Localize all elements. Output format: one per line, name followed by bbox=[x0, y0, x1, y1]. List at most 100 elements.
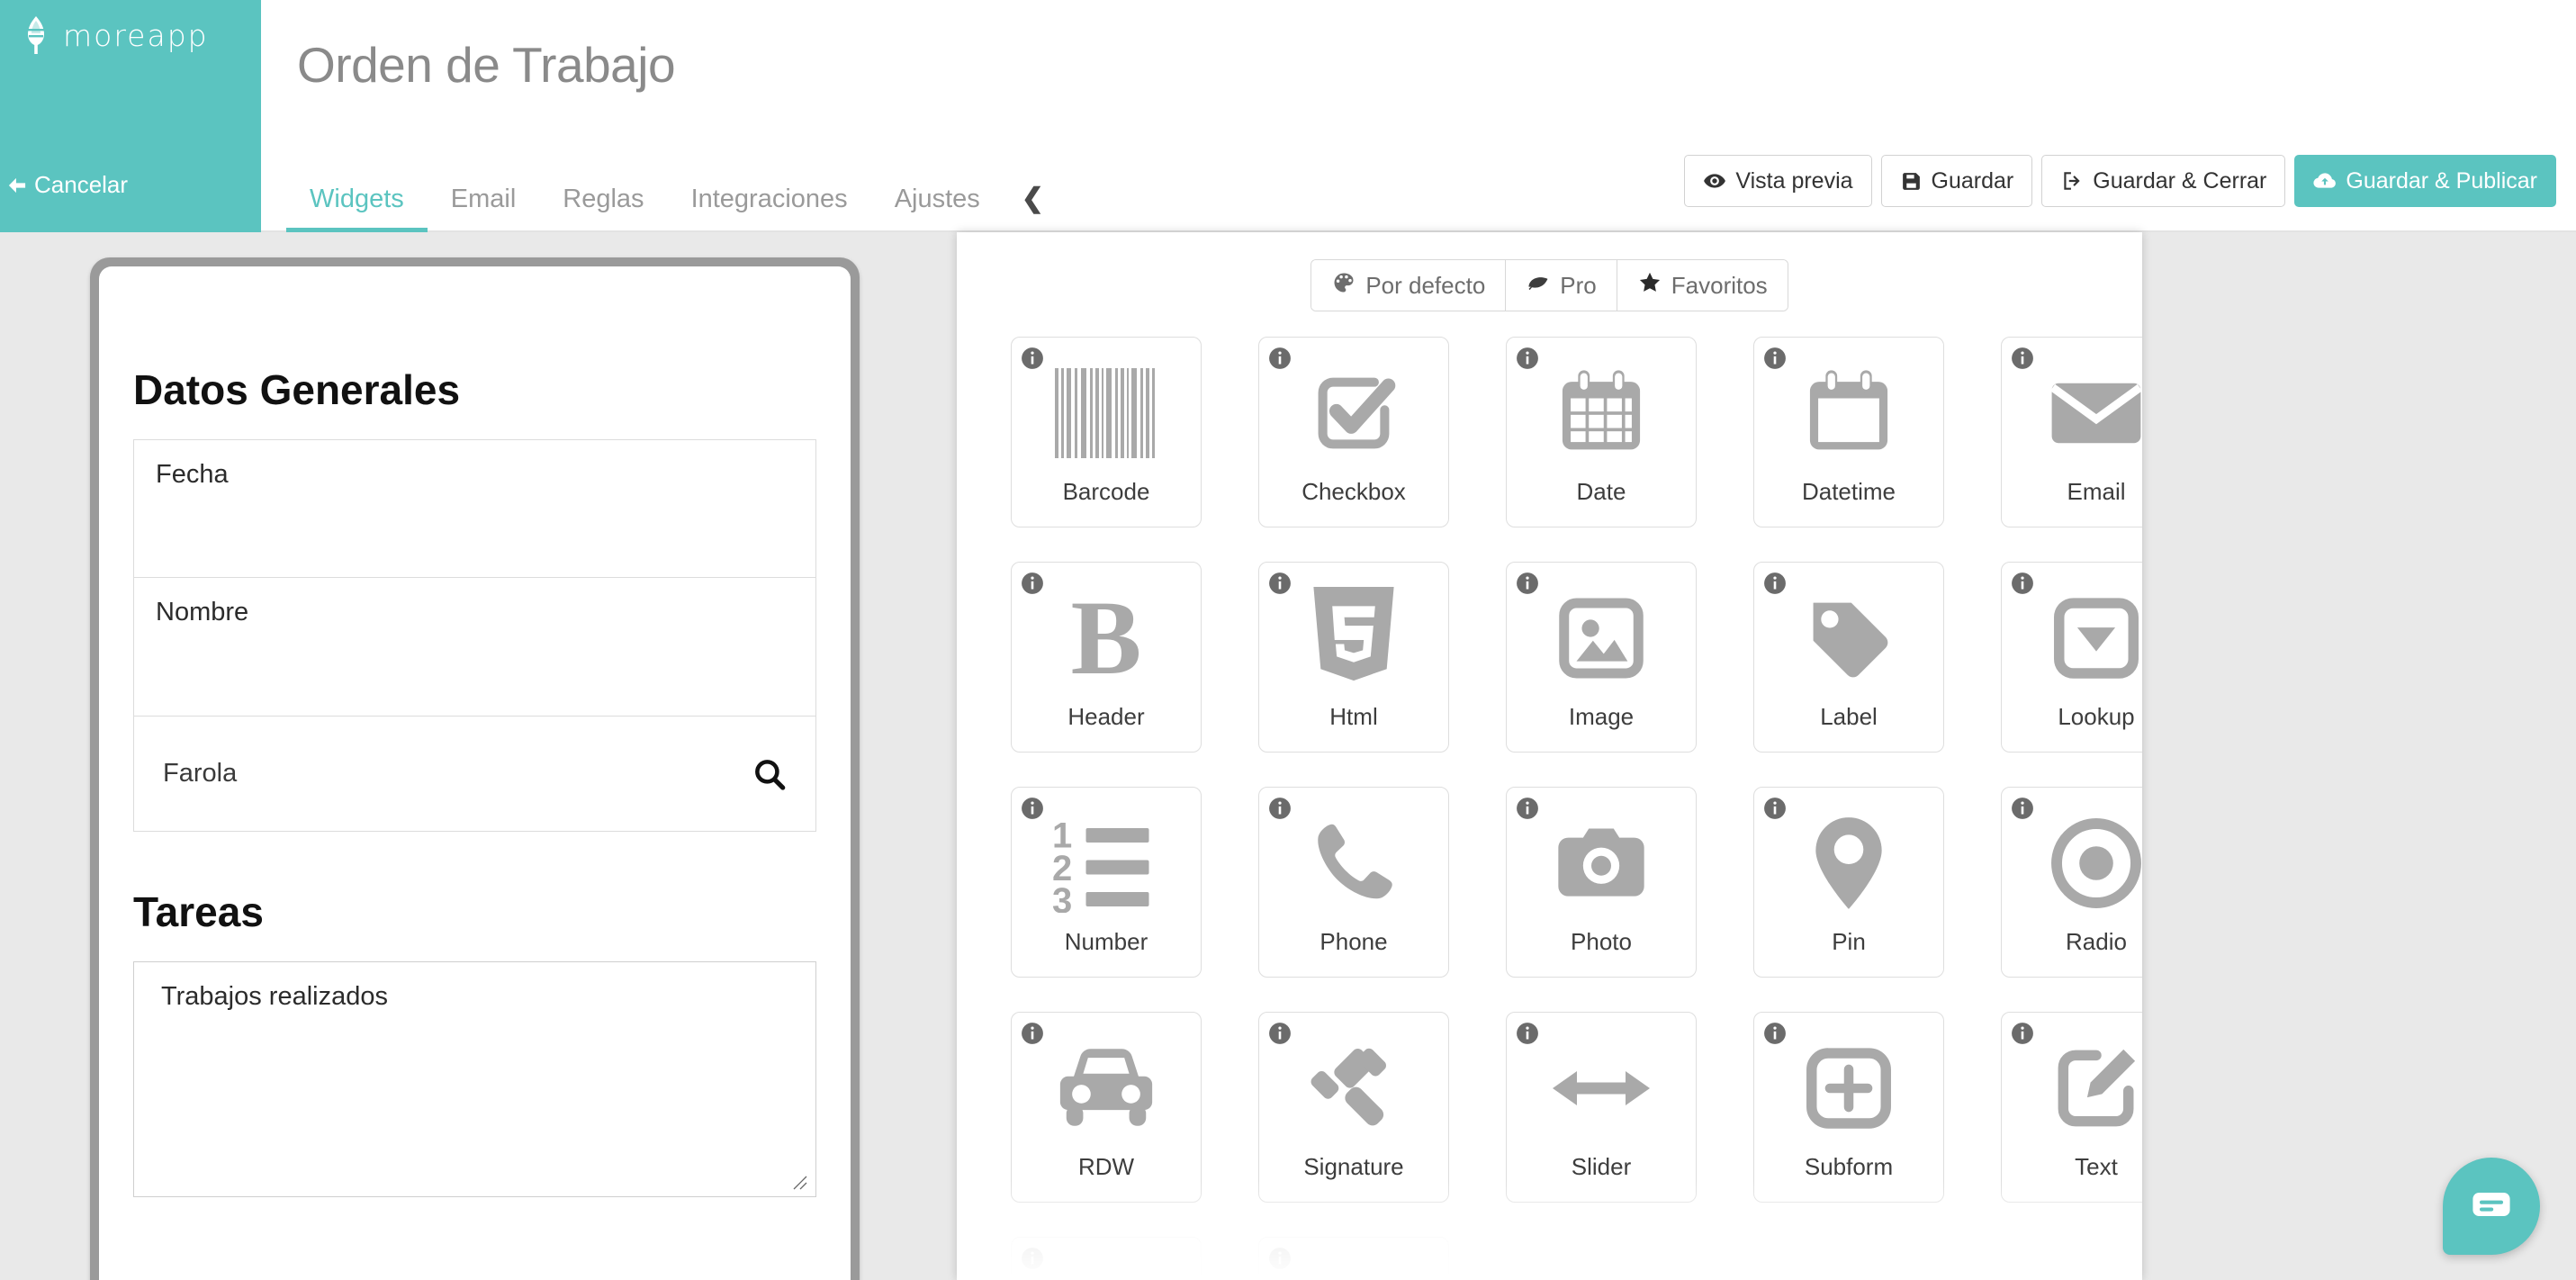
widget-card-partial-1[interactable] bbox=[1011, 1237, 1202, 1280]
info-icon[interactable] bbox=[2011, 797, 2034, 820]
chat-bubble-icon bbox=[2468, 1181, 2515, 1232]
info-icon[interactable] bbox=[1763, 1022, 1787, 1045]
widget-card-radio-label: Radio bbox=[2066, 928, 2127, 955]
form-field-fecha[interactable]: Fecha bbox=[133, 439, 816, 578]
widget-card-partial-2[interactable] bbox=[1258, 1237, 1449, 1280]
widget-card-lookup[interactable]: Lookup bbox=[2001, 562, 2142, 753]
widget-card-datetime-label: Datetime bbox=[1801, 478, 1896, 505]
info-icon[interactable] bbox=[1763, 572, 1787, 595]
info-icon[interactable] bbox=[1021, 347, 1044, 370]
info-icon[interactable] bbox=[1268, 572, 1292, 595]
widget-card-pin[interactable]: Pin bbox=[1753, 787, 1944, 978]
plus-box-icon bbox=[1754, 1034, 1943, 1142]
info-icon[interactable] bbox=[1268, 1247, 1292, 1270]
bold-b-icon: B bbox=[1070, 578, 1142, 697]
category-favoritos-label: Favoritos bbox=[1671, 271, 1768, 299]
widget-card-label-label: Label bbox=[1820, 703, 1878, 730]
info-icon[interactable] bbox=[2011, 347, 2034, 370]
resize-grip-icon[interactable] bbox=[788, 1171, 808, 1191]
tab-email-label: Email bbox=[450, 185, 517, 213]
leaf-icon bbox=[20, 16, 52, 54]
gavel-icon bbox=[1259, 1034, 1448, 1142]
chevron-left-icon[interactable]: ❮ bbox=[1004, 183, 1062, 230]
widget-card-number[interactable]: 123 Number bbox=[1011, 787, 1202, 978]
widget-card-html[interactable]: Html bbox=[1258, 562, 1449, 753]
widget-card-subform[interactable]: Subform bbox=[1753, 1012, 1944, 1203]
search-icon[interactable] bbox=[751, 755, 794, 793]
info-icon[interactable] bbox=[2011, 572, 2034, 595]
info-icon[interactable] bbox=[2011, 1022, 2034, 1045]
section-heading-tareas: Tareas bbox=[133, 888, 264, 935]
form-field-farola-label: Farola bbox=[163, 759, 238, 788]
info-icon[interactable] bbox=[1763, 797, 1787, 820]
tab-reglas[interactable]: Reglas bbox=[539, 185, 667, 230]
widget-card-date[interactable]: Date bbox=[1506, 337, 1697, 527]
info-icon[interactable] bbox=[1516, 1022, 1539, 1045]
info-icon[interactable] bbox=[1021, 572, 1044, 595]
form-field-nombre-label: Nombre bbox=[156, 598, 249, 626]
pencil-box-icon bbox=[2002, 1034, 2142, 1142]
widget-card-image[interactable]: Image bbox=[1506, 562, 1697, 753]
widget-card-slider[interactable]: Slider bbox=[1506, 1012, 1697, 1203]
widget-card-phone[interactable]: Phone bbox=[1258, 787, 1449, 978]
info-icon[interactable] bbox=[1021, 1247, 1044, 1270]
widget-card-header[interactable]: B Header bbox=[1011, 562, 1202, 753]
tab-email[interactable]: Email bbox=[428, 185, 540, 230]
widget-card-datetime[interactable]: Datetime bbox=[1753, 337, 1944, 527]
form-field-nombre[interactable]: Nombre bbox=[133, 578, 816, 717]
leaf-icon bbox=[1526, 270, 1551, 302]
widget-card-barcode[interactable]: Barcode bbox=[1011, 337, 1202, 527]
checkbox-icon bbox=[1259, 359, 1448, 467]
widget-card-photo-label: Photo bbox=[1571, 928, 1632, 955]
widget-card-text-label: Text bbox=[2075, 1153, 2118, 1180]
form-field-fecha-label: Fecha bbox=[156, 460, 229, 489]
widget-card-email[interactable]: Email bbox=[2001, 337, 2142, 527]
tabs: Widgets Email Reglas Integraciones Ajust… bbox=[286, 158, 1062, 232]
info-icon[interactable] bbox=[1021, 1022, 1044, 1045]
chat-button[interactable] bbox=[2443, 1158, 2540, 1255]
widget-card-radio[interactable]: Radio bbox=[2001, 787, 2142, 978]
widget-card-photo[interactable]: Photo bbox=[1506, 787, 1697, 978]
info-icon[interactable] bbox=[1516, 347, 1539, 370]
widget-card-checkbox-label: Checkbox bbox=[1302, 478, 1406, 505]
category-por-defecto[interactable]: Por defecto bbox=[1311, 260, 1507, 311]
widget-card-rdw[interactable]: RDW bbox=[1011, 1012, 1202, 1203]
widget-card-number-label: Number bbox=[1064, 928, 1148, 955]
envelope-icon bbox=[2002, 359, 2142, 467]
calendar-blank-icon bbox=[1754, 359, 1943, 467]
info-icon[interactable] bbox=[1268, 797, 1292, 820]
category-pro-label: Pro bbox=[1560, 271, 1597, 299]
widget-category-toggle: Por defecto Pro Favoritos bbox=[1311, 259, 1788, 311]
widget-card-label[interactable]: Label bbox=[1753, 562, 1944, 753]
info-icon[interactable] bbox=[1021, 797, 1044, 820]
phone-icon bbox=[1259, 809, 1448, 917]
info-icon[interactable] bbox=[1516, 797, 1539, 820]
widget-card-rdw-label: RDW bbox=[1077, 1153, 1135, 1180]
widget-card-email-label: Email bbox=[2067, 478, 2126, 505]
tab-bar: Widgets Email Reglas Integraciones Ajust… bbox=[261, 160, 2576, 232]
brand-panel: moreapp Cancelar bbox=[0, 0, 261, 232]
form-field-farola[interactable]: Farola bbox=[133, 717, 816, 832]
svg-text:3: 3 bbox=[1052, 881, 1072, 913]
tab-ajustes-label: Ajustes bbox=[894, 185, 980, 213]
tab-ajustes[interactable]: Ajustes bbox=[871, 185, 1004, 230]
tab-widgets[interactable]: Widgets bbox=[286, 185, 428, 232]
category-favoritos[interactable]: Favoritos bbox=[1617, 260, 1788, 311]
tab-integraciones[interactable]: Integraciones bbox=[668, 185, 871, 230]
form-field-trabajos-realizados[interactable]: Trabajos realizados bbox=[133, 961, 816, 1197]
car-icon bbox=[1012, 1034, 1201, 1142]
info-icon[interactable] bbox=[1763, 347, 1787, 370]
widget-card-signature[interactable]: Signature bbox=[1258, 1012, 1449, 1203]
numbered-list-icon: 123 bbox=[1012, 809, 1201, 917]
info-icon[interactable] bbox=[1268, 347, 1292, 370]
widget-card-subform-label: Subform bbox=[1804, 1153, 1894, 1180]
widget-card-checkbox[interactable]: Checkbox bbox=[1258, 337, 1449, 527]
info-icon[interactable] bbox=[1268, 1022, 1292, 1045]
tab-reglas-label: Reglas bbox=[563, 185, 644, 213]
cancel-button[interactable]: Cancelar bbox=[5, 171, 128, 199]
widget-card-signature-label: Signature bbox=[1303, 1153, 1404, 1180]
info-icon[interactable] bbox=[1516, 572, 1539, 595]
widget-card-text[interactable]: Text bbox=[2001, 1012, 2142, 1203]
category-pro[interactable]: Pro bbox=[1506, 260, 1617, 311]
widget-card-date-label: Date bbox=[1576, 478, 1626, 505]
